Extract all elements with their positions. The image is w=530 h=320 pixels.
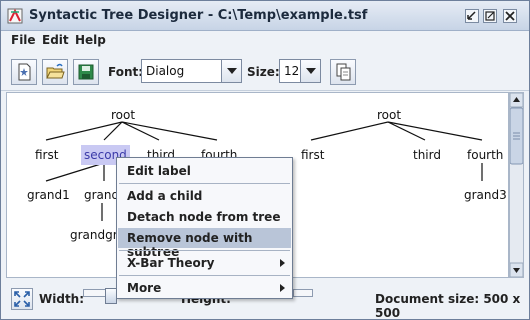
- tree-node-root-right[interactable]: root: [377, 108, 401, 122]
- window-title: Syntactic Tree Designer - C:\Temp\exampl…: [29, 8, 368, 23]
- expand-arrows-icon: [14, 291, 30, 307]
- minimize-icon[interactable]: [465, 9, 479, 23]
- app-window: Syntactic Tree Designer - C:\Temp\exampl…: [0, 0, 530, 320]
- tree-node-root-left[interactable]: root: [111, 108, 135, 122]
- font-select-arrow[interactable]: [221, 60, 241, 82]
- submenu-arrow-icon: [280, 284, 285, 292]
- tree-node-grand3[interactable]: grand3: [464, 188, 507, 202]
- size-label: Size:: [247, 65, 280, 79]
- copy-button[interactable]: [330, 59, 356, 85]
- menu-item-label: X-Bar Theory: [127, 256, 215, 270]
- menu-item-label: Add a child: [127, 189, 203, 203]
- open-folder-icon: [46, 63, 65, 79]
- menu-item-label: Edit label: [127, 164, 191, 178]
- menu-item-detach-node[interactable]: Detach node from tree: [118, 207, 291, 227]
- menu-separator: [119, 250, 290, 251]
- tree-node-third-right[interactable]: third: [413, 148, 441, 162]
- font-select[interactable]: Dialog: [141, 59, 242, 83]
- menu-item-edit-label[interactable]: Edit label: [118, 161, 291, 181]
- size-select[interactable]: 12: [279, 59, 321, 83]
- menu-bar: File Edit Help: [1, 31, 529, 51]
- menu-help[interactable]: Help: [75, 33, 106, 47]
- menu-item-label: Detach node from tree: [127, 210, 281, 224]
- height-slider[interactable]: [293, 289, 313, 297]
- size-select-value: 12: [284, 64, 300, 78]
- open-button[interactable]: [42, 59, 68, 85]
- width-label: Width:: [39, 292, 85, 306]
- tree-node-fourth-right[interactable]: fourth: [467, 148, 503, 162]
- font-label: Font:: [108, 65, 144, 79]
- new-document-icon: [18, 63, 31, 81]
- save-disk-icon: [78, 64, 94, 80]
- close-icon[interactable]: [503, 9, 517, 23]
- chevron-down-icon: [227, 68, 237, 74]
- font-select-value: Dialog: [146, 64, 185, 78]
- tree-node-grand[interactable]: grand: [84, 188, 119, 202]
- menu-item-label: More: [127, 281, 162, 295]
- tree-node-first-right[interactable]: first: [301, 148, 324, 162]
- menu-file[interactable]: File: [11, 33, 36, 47]
- size-select-arrow[interactable]: [300, 60, 320, 82]
- document-size: Document size: 500 x 500: [375, 292, 521, 320]
- menu-item-more[interactable]: More: [118, 278, 291, 298]
- menu-separator: [119, 275, 290, 276]
- width-slider[interactable]: [83, 288, 117, 304]
- menu-item-add-child[interactable]: Add a child: [118, 186, 291, 206]
- menu-item-xbar-theory[interactable]: X-Bar Theory: [118, 253, 291, 273]
- tree-node-grand1[interactable]: grand1: [27, 188, 70, 202]
- menu-edit[interactable]: Edit: [42, 33, 69, 47]
- chevron-down-icon: [306, 68, 316, 74]
- vertical-scrollbar[interactable]: [509, 92, 524, 278]
- context-menu: Edit label Add a child Detach node from …: [116, 157, 293, 299]
- copy-icon: [336, 63, 351, 81]
- save-button[interactable]: [73, 59, 99, 85]
- toolbar: Font: Dialog Size: 12: [1, 51, 529, 91]
- fit-view-button[interactable]: [11, 288, 33, 310]
- title-bar[interactable]: Syntactic Tree Designer - C:\Temp\exampl…: [1, 1, 529, 31]
- menu-item-remove-subtree[interactable]: Remove node with subtree: [118, 228, 291, 259]
- tree-node-first-left[interactable]: first: [35, 148, 58, 162]
- scrollbar-graphics: [509, 92, 524, 278]
- app-icon: [7, 8, 23, 24]
- new-document-button[interactable]: [11, 59, 37, 85]
- submenu-arrow-icon: [280, 259, 285, 267]
- maximize-icon[interactable]: [483, 9, 497, 23]
- menu-separator: [119, 183, 290, 184]
